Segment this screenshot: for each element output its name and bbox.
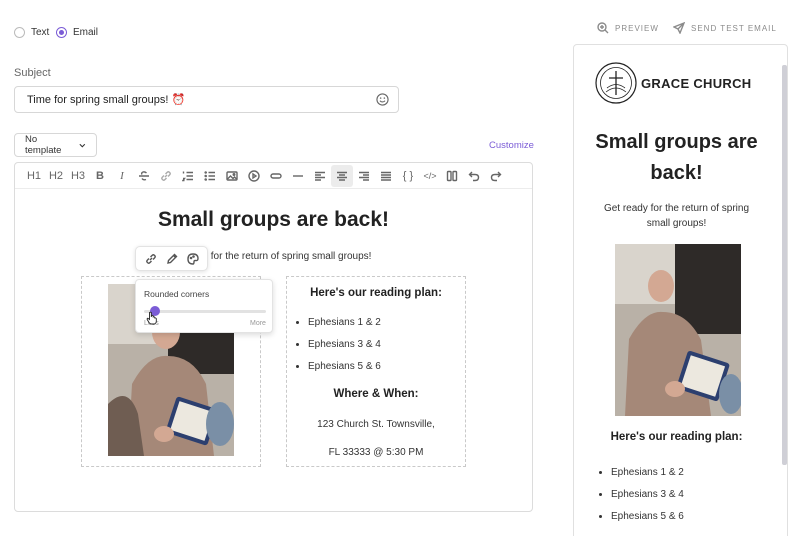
- bullet-list-button[interactable]: [199, 165, 221, 187]
- align-left-button[interactable]: [309, 165, 331, 187]
- align-left-icon: [315, 171, 325, 181]
- radio-text-label: Text: [31, 27, 50, 38]
- redo-button[interactable]: [485, 165, 507, 187]
- strikethrough-button[interactable]: [133, 165, 155, 187]
- code-button[interactable]: </>: [419, 165, 441, 187]
- bold-button[interactable]: B: [89, 165, 111, 187]
- subject-input[interactable]: Time for spring small groups! ⏰: [14, 86, 399, 113]
- radio-text-indicator[interactable]: [14, 27, 25, 38]
- email-preview-panel[interactable]: GRACE CHURCH Small groups are back! Get …: [573, 44, 788, 536]
- format-radio-email[interactable]: Email: [56, 27, 98, 38]
- template-select-value: No template: [25, 134, 62, 156]
- address-line-2[interactable]: FL 33333 @ 5:30 PM: [286, 447, 466, 458]
- image-icon: [226, 170, 238, 181]
- preview-subtitle-line-1: Get ready for the return of spring: [603, 203, 750, 214]
- code-icon: </>: [423, 170, 437, 181]
- heading1-button[interactable]: H1: [23, 165, 45, 187]
- reading-plan-heading[interactable]: Here's our reading plan:: [286, 287, 466, 299]
- button-insert-button[interactable]: [265, 165, 287, 187]
- align-justify-button[interactable]: [375, 165, 397, 187]
- list-item: Ephesians 5 & 6: [611, 511, 684, 522]
- undo-icon: [468, 171, 480, 181]
- send-test-email-label: SEND TEST EMAIL: [691, 23, 777, 33]
- align-center-icon: [337, 171, 347, 181]
- undo-button[interactable]: [463, 165, 485, 187]
- preview-reading-heading: Here's our reading plan:: [610, 431, 743, 443]
- bullet-list-icon: [204, 170, 215, 181]
- preview-reading-list: Ephesians 1 & 2 Ephesians 3 & 4 Ephesian…: [611, 467, 684, 533]
- list-item: Ephesians 3 & 4: [308, 339, 381, 350]
- reading-plan-list[interactable]: Ephesians 1 & 2 Ephesians 3 & 4 Ephesian…: [308, 317, 381, 383]
- align-right-icon: [359, 171, 369, 181]
- ordered-list-button[interactable]: [177, 165, 199, 187]
- link-icon: [161, 170, 171, 181]
- email-heading[interactable]: Small groups are back!: [14, 208, 533, 232]
- variable-button[interactable]: { }: [397, 165, 419, 187]
- subject-label: Subject: [14, 67, 51, 79]
- preview-label: PREVIEW: [615, 23, 659, 33]
- align-center-button[interactable]: [331, 164, 353, 187]
- preview-subtitle-line-2: small groups!: [646, 218, 707, 229]
- preview-photo-art: [615, 244, 741, 416]
- divider-button[interactable]: [287, 165, 309, 187]
- align-justify-icon: [381, 171, 391, 181]
- preview-photo: [615, 244, 741, 416]
- email-subheading[interactable]: y for the return of spring small groups!: [203, 251, 371, 262]
- strikethrough-icon: [139, 170, 149, 181]
- customize-link[interactable]: Customize: [489, 140, 534, 151]
- subject-value: Time for spring small groups! ⏰: [27, 94, 186, 106]
- heading3-button[interactable]: H3: [67, 165, 89, 187]
- braces-icon: { }: [402, 169, 414, 182]
- pencil-icon[interactable]: [166, 253, 178, 265]
- italic-label: I: [120, 169, 124, 182]
- heading2-label: H2: [48, 169, 64, 182]
- zoom-in-icon: [597, 22, 609, 34]
- heading3-label: H3: [70, 169, 86, 182]
- address-line-1[interactable]: 123 Church St. Townsville,: [286, 419, 466, 430]
- church-logo: [595, 62, 637, 104]
- editor-toolbar: H1 H2 H3 B I { } </>: [15, 163, 532, 189]
- image-button[interactable]: [221, 165, 243, 187]
- link-icon[interactable]: [145, 253, 157, 265]
- rounded-corners-popover: Rounded corners Less More: [135, 279, 273, 333]
- heading1-label: H1: [26, 169, 42, 182]
- horizontal-rule-icon: [293, 174, 303, 177]
- template-select[interactable]: No template: [14, 133, 97, 157]
- video-button[interactable]: [243, 165, 265, 187]
- palette-icon[interactable]: [186, 252, 199, 265]
- preview-scrollbar[interactable]: [782, 65, 787, 465]
- link-button[interactable]: [155, 165, 177, 187]
- more-label: More: [250, 320, 266, 327]
- radio-email-label: Email: [73, 27, 99, 38]
- list-item: Ephesians 3 & 4: [611, 489, 684, 500]
- where-when-heading[interactable]: Where & When:: [286, 388, 466, 400]
- columns-icon: [446, 170, 458, 181]
- emoji-icon[interactable]: [376, 93, 389, 106]
- church-name: GRACE CHURCH: [641, 76, 752, 91]
- list-item: Ephesians 1 & 2: [308, 317, 381, 328]
- ordered-list-icon: [182, 171, 193, 181]
- rounded-corners-track[interactable]: [144, 310, 266, 313]
- redo-icon: [490, 171, 502, 181]
- list-item: Ephesians 1 & 2: [611, 467, 684, 478]
- bold-label: B: [96, 169, 104, 182]
- heading2-button[interactable]: H2: [45, 165, 67, 187]
- send-test-email-button[interactable]: SEND TEST EMAIL: [673, 22, 777, 34]
- list-item: Ephesians 5 & 6: [308, 361, 381, 372]
- preview-title-line-1: Small groups are: [595, 131, 758, 153]
- play-icon: [248, 169, 260, 182]
- preview-button[interactable]: PREVIEW: [597, 22, 659, 34]
- format-radio-text[interactable]: Text: [14, 27, 49, 38]
- hand-cursor-icon: [146, 311, 157, 325]
- send-icon: [673, 22, 685, 34]
- preview-title-line-2: back!: [650, 162, 703, 184]
- image-toolbar: [135, 246, 208, 271]
- rounded-corners-title: Rounded corners: [144, 289, 210, 299]
- columns-button[interactable]: [441, 165, 463, 187]
- chevron-down-icon: [79, 143, 86, 147]
- italic-button[interactable]: I: [111, 165, 133, 187]
- radio-email-indicator[interactable]: [56, 27, 67, 38]
- align-right-button[interactable]: [353, 165, 375, 187]
- button-icon: [270, 172, 282, 179]
